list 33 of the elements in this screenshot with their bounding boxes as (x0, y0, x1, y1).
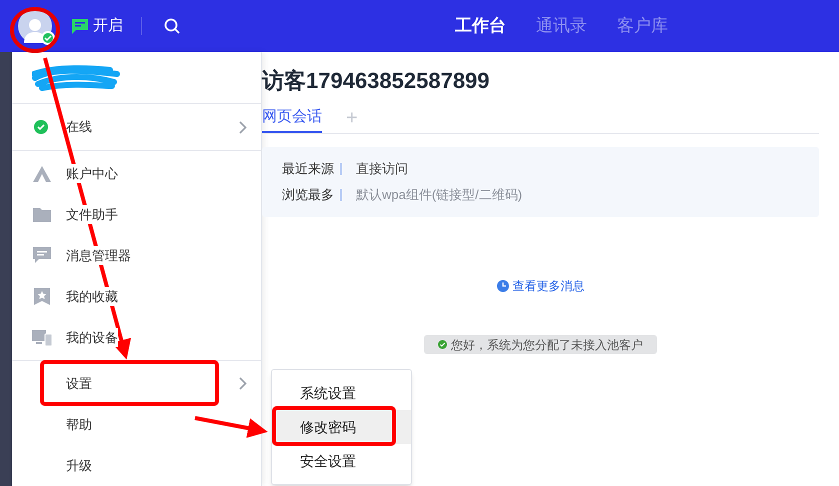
menu-item[interactable]: 消息管理器 (12, 235, 261, 276)
menu-item[interactable]: 帮助 (12, 404, 261, 445)
folder-icon (33, 207, 51, 222)
bookmark-star-icon (34, 288, 50, 305)
status-toggle-button[interactable]: 开启 (72, 14, 123, 38)
chevron-right-icon (239, 377, 247, 390)
nav-tab[interactable]: 工作台 (455, 13, 506, 39)
status-menu-item[interactable]: 在线 (12, 104, 261, 151)
menu-item[interactable]: 文件助手 (12, 194, 261, 235)
search-icon[interactable] (164, 18, 180, 34)
menu-item[interactable]: 升级 (12, 445, 261, 486)
clock-icon (496, 280, 508, 292)
check-circle-icon (438, 340, 447, 349)
info-value: 默认wpa组件(链接型/二维码) (356, 186, 522, 204)
menu-item[interactable]: 我的设备 (12, 317, 261, 358)
chevron-right-icon (239, 120, 247, 134)
more-messages-link[interactable]: 查看更多消息 (496, 277, 584, 295)
message-icon (72, 18, 88, 34)
info-label: 最近来源 (282, 160, 334, 178)
info-value: 直接访问 (356, 160, 408, 178)
info-label: 浏览最多 (282, 186, 334, 204)
menu-item[interactable]: 设置 (12, 363, 261, 404)
message-icon (33, 247, 51, 264)
menu-item[interactable]: 账户中心 (12, 153, 261, 194)
menu-item[interactable]: 我的收藏 (12, 276, 261, 317)
triangle-logo-icon (33, 166, 51, 182)
devices-icon (32, 330, 52, 346)
visitor-title: 访客179463852587899 (262, 67, 491, 95)
annotation-circle (10, 7, 60, 53)
chat-tab[interactable]: 网页会话 (262, 103, 322, 133)
submenu-item[interactable]: 系统设置 (272, 376, 411, 410)
submenu-item[interactable]: 安全设置 (272, 444, 411, 478)
system-notice: 您好，系统为您分配了未接入池客户 (424, 335, 657, 354)
